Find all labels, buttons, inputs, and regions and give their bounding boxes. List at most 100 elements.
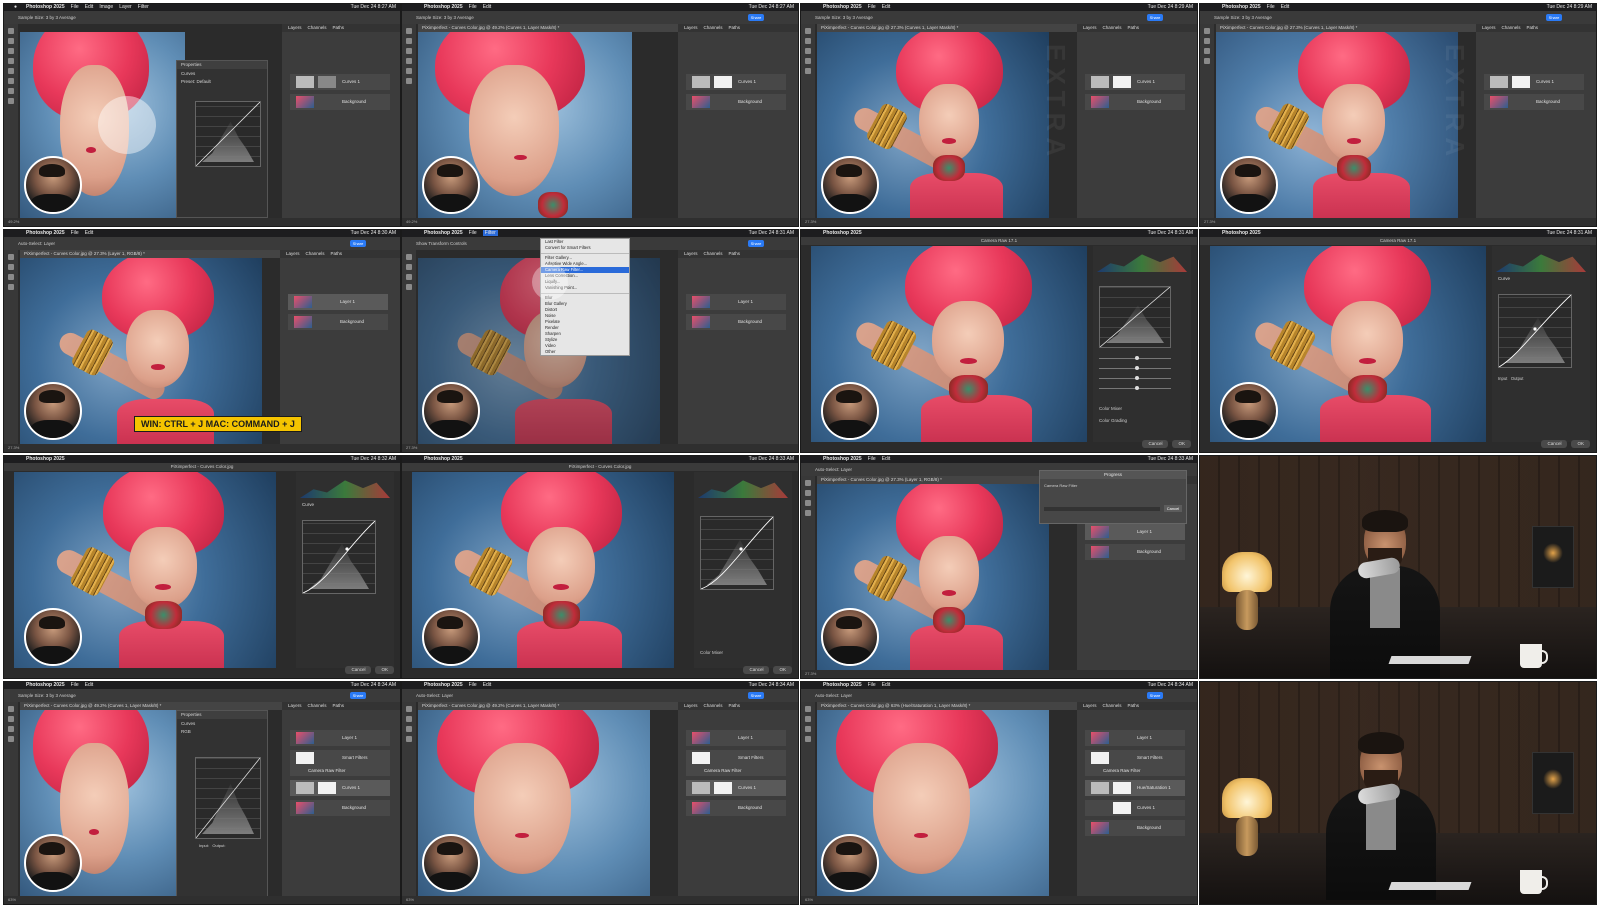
color-mixer-section[interactable]: Color Mixer	[700, 650, 723, 655]
cancel-button[interactable]: Cancel	[1164, 505, 1182, 512]
move-tool-icon[interactable]	[1204, 28, 1210, 34]
layer-row[interactable]: Layer 1	[290, 730, 390, 746]
tab-channels[interactable]: Channels	[704, 703, 723, 708]
share-button[interactable]: Share	[1546, 14, 1562, 21]
sample-size-select[interactable]: Sample Size: 3 by 3 Average	[416, 11, 474, 24]
move-tool-icon[interactable]	[406, 28, 412, 34]
layer-row[interactable]: Background	[1085, 544, 1185, 560]
brush-tool-icon[interactable]	[8, 736, 14, 742]
app-name[interactable]: Photoshop 2025	[26, 4, 65, 10]
menu-file[interactable]: File	[71, 230, 79, 236]
menu-edit[interactable]: Edit	[85, 682, 94, 688]
cancel-button[interactable]: Cancel	[743, 666, 770, 674]
curve-line[interactable]	[303, 521, 375, 593]
lasso-tool-icon[interactable]	[805, 500, 811, 506]
menu-edit[interactable]: Edit	[85, 4, 94, 10]
brush-tool-icon[interactable]	[1204, 58, 1210, 64]
curve-line[interactable]	[196, 102, 260, 166]
layer-row[interactable]: Background	[1085, 820, 1185, 836]
lasso-tool-icon[interactable]	[8, 726, 14, 732]
layer-row[interactable]: Camera Raw Filter	[1085, 766, 1185, 776]
marquee-tool-icon[interactable]	[406, 38, 412, 44]
app-name[interactable]: Photoshop 2025	[823, 456, 862, 462]
app-name[interactable]: Photoshop 2025	[424, 230, 463, 236]
curve-section-label[interactable]: Curve	[1498, 276, 1510, 281]
tab-paths[interactable]: Paths	[1128, 703, 1140, 708]
document-tab[interactable]: PiXimperfect - Curves Color.jpg @ 27.3% …	[20, 250, 284, 258]
app-name[interactable]: Photoshop 2025	[424, 4, 463, 10]
brush-tool-icon[interactable]	[8, 58, 14, 64]
menu-file[interactable]: File	[71, 4, 79, 10]
share-button[interactable]: Share	[1147, 692, 1163, 699]
slider-knob[interactable]	[1135, 356, 1139, 360]
menu-edit[interactable]: Edit	[1281, 4, 1290, 10]
sample-size-select[interactable]: Sample Size: 3 by 3 Average	[18, 689, 76, 702]
menu-file[interactable]: File	[868, 4, 876, 10]
layer-row[interactable]: Layer 1	[1085, 730, 1185, 746]
slider-knob[interactable]	[1135, 366, 1139, 370]
menu-layer[interactable]: Layer	[119, 4, 132, 10]
auto-select-option[interactable]: Auto-Select: Layer	[815, 463, 852, 476]
share-button[interactable]: Share	[748, 14, 764, 21]
app-name[interactable]: Photoshop 2025	[1222, 4, 1261, 10]
document-tab[interactable]: PiXimperfect - Curves Color.jpg @ 49.2% …	[418, 24, 682, 32]
lasso-tool-icon[interactable]	[406, 274, 412, 280]
eraser-tool-icon[interactable]	[805, 68, 811, 74]
menu-edit[interactable]: Edit	[882, 4, 891, 10]
share-button[interactable]: Share	[350, 692, 366, 699]
menu-edit[interactable]: Edit	[483, 682, 492, 688]
menu-image[interactable]: Image	[99, 4, 113, 10]
document-tab[interactable]: PiXimperfect - Curves Color.jpg @ 27.3% …	[817, 24, 1081, 32]
layer-row[interactable]: Background	[1484, 94, 1584, 110]
brush-tool-icon[interactable]	[8, 284, 14, 290]
marquee-tool-icon[interactable]	[8, 716, 14, 722]
brush-tool-icon[interactable]	[805, 510, 811, 516]
sample-size-select[interactable]: Sample Size: 3 by 3 Average	[18, 11, 76, 24]
layer-row[interactable]: Smart Filters	[686, 750, 786, 766]
menu-filter[interactable]: Filter	[482, 230, 498, 236]
share-button[interactable]: Share	[748, 692, 764, 699]
menu-edit[interactable]: Edit	[882, 682, 891, 688]
auto-select-option[interactable]: Auto-Select: Layer	[18, 237, 55, 250]
menu-file[interactable]: File	[868, 682, 876, 688]
marquee-tool-icon[interactable]	[8, 38, 14, 44]
brush-tool-icon[interactable]	[805, 736, 811, 742]
move-tool-icon[interactable]	[805, 480, 811, 486]
layer-row[interactable]: Layer 1	[1085, 524, 1185, 540]
app-name[interactable]: Photoshop 2025	[26, 230, 65, 236]
move-tool-icon[interactable]	[8, 28, 14, 34]
menu-filter[interactable]: Filter	[138, 4, 149, 10]
tab-paths[interactable]: Paths	[1527, 25, 1539, 30]
curves-graph[interactable]	[1099, 286, 1171, 348]
brush-tool-icon[interactable]	[406, 58, 412, 64]
type-tool-icon[interactable]	[406, 78, 412, 84]
tab-channels[interactable]: Channels	[1103, 703, 1122, 708]
tab-layers[interactable]: Layers	[1083, 703, 1097, 708]
tab-paths[interactable]: Paths	[729, 25, 741, 30]
lasso-tool-icon[interactable]	[1204, 48, 1210, 54]
eraser-tool-icon[interactable]	[406, 68, 412, 74]
eraser-tool-icon[interactable]	[8, 68, 14, 74]
lasso-tool-icon[interactable]	[8, 48, 14, 54]
cancel-button[interactable]: Cancel	[1142, 440, 1169, 448]
lasso-tool-icon[interactable]	[805, 726, 811, 732]
highlights-slider[interactable]	[1099, 356, 1171, 360]
tab-channels[interactable]: Channels	[704, 25, 723, 30]
layer-row[interactable]: Layer 1	[288, 294, 388, 310]
lasso-tool-icon[interactable]	[805, 48, 811, 54]
document-tab[interactable]: PiXimperfect - Curves Color.jpg @ 49.2% …	[20, 702, 284, 710]
marquee-tool-icon[interactable]	[805, 716, 811, 722]
tab-layers[interactable]: Layers	[288, 25, 302, 30]
layer-row[interactable]: Background	[290, 94, 390, 110]
color-grading-section[interactable]: Color Grading	[1099, 418, 1127, 423]
app-name[interactable]: Photoshop 2025	[26, 456, 65, 462]
auto-select-option[interactable]: Auto-Select: Layer	[416, 689, 453, 702]
layer-row[interactable]: Background	[686, 94, 786, 110]
brush-tool-icon[interactable]	[805, 58, 811, 64]
channel-select[interactable]: RGB	[177, 728, 267, 735]
share-button[interactable]: Share	[1147, 14, 1163, 21]
tab-layers[interactable]: Layers	[684, 703, 698, 708]
marquee-tool-icon[interactable]	[8, 264, 14, 270]
zoom-tool-icon[interactable]	[8, 98, 14, 104]
gradient-tool-icon[interactable]	[8, 78, 14, 84]
